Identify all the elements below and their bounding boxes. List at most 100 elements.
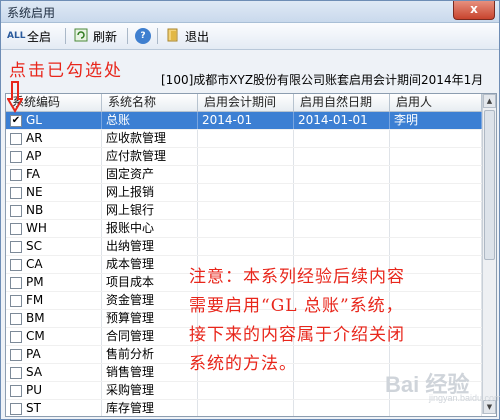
cell-code: NB [6, 202, 102, 219]
cell-code: SA [6, 364, 102, 381]
column-header-date[interactable]: 启用自然日期 [294, 94, 390, 111]
refresh-button[interactable]: 刷新 [73, 26, 117, 46]
enable-checkbox[interactable] [10, 367, 22, 379]
select-all-icon: ALL [7, 31, 26, 41]
close-button[interactable]: x [453, 1, 495, 20]
cell-name: 售前分析 [102, 346, 198, 363]
cell-code: CA [6, 256, 102, 273]
table-row[interactable]: FA 固定资产 [6, 166, 482, 184]
enable-checkbox[interactable] [10, 205, 22, 217]
cell-name: 网上报销 [102, 184, 198, 201]
cell-name: 预算管理 [102, 310, 198, 327]
cell-name: 总账 [102, 112, 198, 129]
cell-user [390, 238, 482, 255]
cell-name: 采购管理 [102, 382, 198, 399]
cell-period [198, 238, 294, 255]
enable-checkbox[interactable] [10, 313, 22, 325]
toolbar-separator [157, 28, 158, 44]
table-row[interactable]: ST 库存管理 [6, 400, 482, 416]
system-enable-window: 系统启用 x ALL 全启 刷新 ? 退出 点击已勾选处 [100]成都市XYZ… [0, 0, 500, 420]
table-row[interactable]: NB 网上银行 [6, 202, 482, 220]
enable-checkbox[interactable] [10, 295, 22, 307]
enable-checkbox[interactable] [10, 277, 22, 289]
system-code: PM [26, 275, 44, 289]
cell-code: PU [6, 382, 102, 399]
table-row[interactable]: SC 出纳管理 [6, 238, 482, 256]
enable-checkbox[interactable] [10, 133, 22, 145]
cell-period [198, 400, 294, 416]
system-code: AR [26, 131, 43, 145]
table-row[interactable]: AP 应付款管理 [6, 148, 482, 166]
cell-name: 出纳管理 [102, 238, 198, 255]
cell-period [198, 166, 294, 183]
account-set-info: [100]成都市XYZ股份有限公司账套启用会计期间2014年1月 [161, 73, 484, 87]
enable-checkbox[interactable] [10, 223, 22, 235]
cell-period [198, 184, 294, 201]
system-code: FM [26, 293, 44, 307]
system-code: CM [26, 329, 45, 343]
cell-user [390, 130, 482, 147]
column-header-user[interactable]: 启用人 [390, 94, 482, 111]
cell-code: FA [6, 166, 102, 183]
column-header-period[interactable]: 启用会计期间 [198, 94, 294, 111]
cell-name: 库存管理 [102, 400, 198, 416]
exit-button[interactable]: 退出 [165, 26, 209, 46]
title-bar: 系统启用 x [1, 1, 499, 23]
cell-period [198, 148, 294, 165]
cell-date [294, 166, 390, 183]
cell-period [198, 220, 294, 237]
system-code: BM [26, 311, 45, 325]
cell-user [390, 184, 482, 201]
enable-checkbox[interactable] [10, 331, 22, 343]
scroll-up-button[interactable]: ▲ [483, 94, 496, 108]
note-line-2: 需要启用“GL 总账”系统， [189, 296, 404, 316]
cell-code: SC [6, 238, 102, 255]
cell-user: 李明 [390, 112, 482, 129]
table-row[interactable]: NE 网上报销 [6, 184, 482, 202]
enable-checkbox[interactable] [10, 169, 22, 181]
cell-date [294, 184, 390, 201]
cell-date [294, 400, 390, 416]
note-annotation: 注意：本系列经验后续内容 需要启用“GL 总账”系统， 接下来的内容属于介绍关闭… [189, 263, 405, 379]
cell-name: 合同管理 [102, 328, 198, 345]
system-code: AP [26, 149, 42, 163]
table-header: 系统编码 系统名称 启用会计期间 启用自然日期 启用人 [6, 94, 482, 112]
select-all-button[interactable]: ALL 全启 [7, 26, 51, 46]
window-title: 系统启用 [7, 6, 56, 20]
cell-code: AR [6, 130, 102, 147]
note-line-4: 系统的方法。 [189, 354, 297, 374]
cell-code: CM [6, 328, 102, 345]
enable-checkbox[interactable] [10, 241, 22, 253]
system-code: PU [26, 383, 43, 397]
watermark-url: jingyan.baidu.com [429, 393, 500, 403]
select-all-label: 全启 [27, 29, 52, 44]
enable-checkbox[interactable] [10, 259, 22, 271]
cell-period [198, 202, 294, 219]
enable-checkbox[interactable] [10, 403, 22, 415]
cell-code: NE [6, 184, 102, 201]
enable-checkbox[interactable]: ✔ [10, 115, 22, 127]
note-line-1: 注意：本系列经验后续内容 [189, 267, 405, 287]
enable-checkbox[interactable] [10, 151, 22, 163]
column-header-name[interactable]: 系统名称 [102, 94, 198, 111]
enable-checkbox[interactable] [10, 349, 22, 361]
table-row[interactable]: AR 应收款管理 [6, 130, 482, 148]
cell-date [294, 382, 390, 399]
enable-checkbox[interactable] [10, 187, 22, 199]
toolbar-separator [65, 28, 66, 44]
system-code: FA [26, 167, 41, 181]
cell-date [294, 148, 390, 165]
cell-name: 项目成本 [102, 274, 198, 291]
table-row[interactable]: WH 报账中心 [6, 220, 482, 238]
help-button[interactable]: ? [135, 26, 151, 46]
cell-user [390, 202, 482, 219]
vertical-scrollbar[interactable]: ▲ ▼ [482, 94, 496, 414]
enable-checkbox[interactable] [10, 385, 22, 397]
toolbar-separator [127, 28, 128, 44]
cell-date [294, 130, 390, 147]
red-down-arrow-icon [7, 81, 23, 113]
cell-name: 资金管理 [102, 292, 198, 309]
table-row[interactable]: ✔ GL 总账 2014-01 2014-01-01 李明 [6, 112, 482, 130]
note-line-3: 接下来的内容属于介绍关闭 [189, 325, 405, 345]
scroll-thumb[interactable] [484, 110, 495, 260]
